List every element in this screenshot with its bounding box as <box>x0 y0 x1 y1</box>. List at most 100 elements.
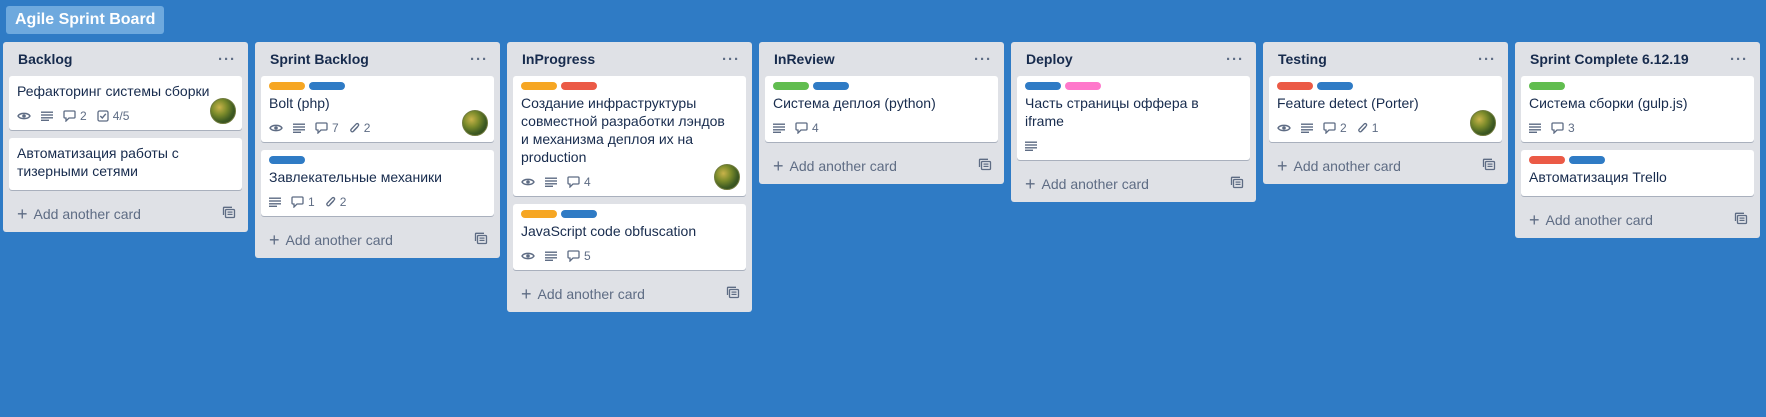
card-labels <box>521 210 738 218</box>
label-green[interactable] <box>1529 82 1565 90</box>
list-deploy: Deploy ··· Часть страницы оффера в iframe +… <box>1011 42 1256 202</box>
lists-container: Backlog ··· Рефакторинг системы сборки 2 4/5… <box>3 42 1766 312</box>
card[interactable]: Автоматизация работы с тизерными сетями <box>9 138 242 190</box>
card-badges <box>1025 134 1242 158</box>
description-icon <box>545 177 557 187</box>
list-header: Deploy ··· <box>1017 42 1250 76</box>
add-card-left: + Add another card <box>1025 175 1149 193</box>
label-orange[interactable] <box>521 210 557 218</box>
card-title: Создание инфраструктуры совместной разра… <box>521 95 725 165</box>
add-card-left: + Add another card <box>1277 157 1401 175</box>
attachments-badge: 1 <box>1357 121 1379 135</box>
comments-badge: 4 <box>795 121 819 135</box>
card-template-icon[interactable] <box>1734 212 1748 228</box>
card-title: Bolt (php) <box>269 95 330 111</box>
card-template-icon[interactable] <box>474 232 488 248</box>
label-blue[interactable] <box>269 156 305 164</box>
list-menu-button[interactable]: ··· <box>218 51 236 68</box>
list-menu-button[interactable]: ··· <box>470 51 488 68</box>
list-sprint-backlog: Sprint Backlog ··· Bolt (php) 7 2 Завлекатель… <box>255 42 500 258</box>
list-title[interactable]: Backlog <box>18 51 72 67</box>
checklist-count: 4/5 <box>112 109 130 123</box>
card[interactable]: Автоматизация Trello <box>1521 150 1754 196</box>
avatar[interactable] <box>714 164 740 190</box>
add-card-button[interactable]: + Add another card <box>9 198 242 230</box>
label-blue[interactable] <box>309 82 345 90</box>
attachments-count: 2 <box>363 121 371 135</box>
label-red[interactable] <box>1277 82 1313 90</box>
add-card-left: + Add another card <box>521 285 645 303</box>
card-title: Автоматизация Trello <box>1529 169 1667 185</box>
list-title[interactable]: Sprint Backlog <box>270 51 369 67</box>
list-title[interactable]: Sprint Complete 6.12.19 <box>1530 51 1689 67</box>
label-blue[interactable] <box>1317 82 1353 90</box>
description-icon <box>269 197 281 207</box>
card[interactable]: JavaScript code obfuscation 5 <box>513 204 746 270</box>
comments-badge: 7 <box>315 121 339 135</box>
attachments-count: 1 <box>1371 121 1379 135</box>
label-orange[interactable] <box>269 82 305 90</box>
card[interactable]: Часть страницы оффера в iframe <box>1017 76 1250 160</box>
label-blue[interactable] <box>1025 82 1061 90</box>
label-blue[interactable] <box>813 82 849 90</box>
add-card-button[interactable]: + Add another card <box>765 150 998 182</box>
card-template-icon[interactable] <box>726 286 740 302</box>
card[interactable]: Система сборки (gulp.js) 3 <box>1521 76 1754 142</box>
card[interactable]: Система деплоя (python) 4 <box>765 76 998 142</box>
label-orange[interactable] <box>521 82 557 90</box>
comments-count: 2 <box>80 109 87 123</box>
avatar[interactable] <box>1470 110 1496 136</box>
add-card-button[interactable]: + Add another card <box>1017 168 1250 200</box>
board-title[interactable]: Agile Sprint Board <box>6 6 165 34</box>
list-menu-button[interactable]: ··· <box>722 51 740 68</box>
add-card-button[interactable]: + Add another card <box>513 278 746 310</box>
label-red[interactable] <box>1529 156 1565 164</box>
list-menu-button[interactable]: ··· <box>1478 51 1496 68</box>
list-testing: Testing ··· Feature detect (Porter) 2 1 + Add … <box>1263 42 1508 184</box>
label-blue[interactable] <box>1569 156 1605 164</box>
add-card-label: Add another card <box>1293 158 1401 174</box>
card-title: Завлекательные механики <box>269 169 442 185</box>
add-card-left: + Add another card <box>269 231 393 249</box>
card-labels <box>269 156 486 164</box>
list-title[interactable]: InProgress <box>522 51 595 67</box>
list-menu-button[interactable]: ··· <box>1730 51 1748 68</box>
avatar[interactable] <box>462 110 488 136</box>
add-card-left: + Add another card <box>17 205 141 223</box>
list-backlog: Backlog ··· Рефакторинг системы сборки 2 4/5… <box>3 42 248 232</box>
card-template-icon[interactable] <box>1482 158 1496 174</box>
list-title[interactable]: InReview <box>774 51 835 67</box>
card[interactable]: Создание инфраструктуры совместной разра… <box>513 76 746 196</box>
add-card-button[interactable]: + Add another card <box>1269 150 1502 182</box>
list-menu-button[interactable]: ··· <box>974 51 992 68</box>
watch-icon <box>521 251 535 261</box>
watch-icon <box>1277 123 1291 133</box>
list-menu-button[interactable]: ··· <box>1226 51 1244 68</box>
avatar[interactable] <box>210 98 236 124</box>
card[interactable]: Bolt (php) 7 2 <box>261 76 494 142</box>
card-labels <box>1025 82 1242 90</box>
add-card-button[interactable]: + Add another card <box>261 224 494 256</box>
comments-count: 4 <box>812 121 819 135</box>
label-green[interactable] <box>773 82 809 90</box>
card-title: Feature detect (Porter) <box>1277 95 1419 111</box>
card-template-icon[interactable] <box>222 206 236 222</box>
card-template-icon[interactable] <box>978 158 992 174</box>
attachment-icon <box>1357 122 1368 135</box>
card[interactable]: Рефакторинг системы сборки 2 4/5 <box>9 76 242 130</box>
comment-icon <box>1551 122 1564 134</box>
label-blue[interactable] <box>561 210 597 218</box>
card-template-icon[interactable] <box>1230 176 1244 192</box>
comment-icon <box>1323 122 1336 134</box>
watch-icon <box>17 111 31 121</box>
label-pink[interactable] <box>1065 82 1101 90</box>
add-card-button[interactable]: + Add another card <box>1521 204 1754 236</box>
label-red[interactable] <box>561 82 597 90</box>
list-title[interactable]: Testing <box>1278 51 1327 67</box>
card-labels <box>1529 82 1746 90</box>
card[interactable]: Завлекательные механики 1 2 <box>261 150 494 216</box>
list-title[interactable]: Deploy <box>1026 51 1073 67</box>
card[interactable]: Feature detect (Porter) 2 1 <box>1269 76 1502 142</box>
comments-count: 2 <box>1340 121 1347 135</box>
attachments-count: 2 <box>339 195 347 209</box>
